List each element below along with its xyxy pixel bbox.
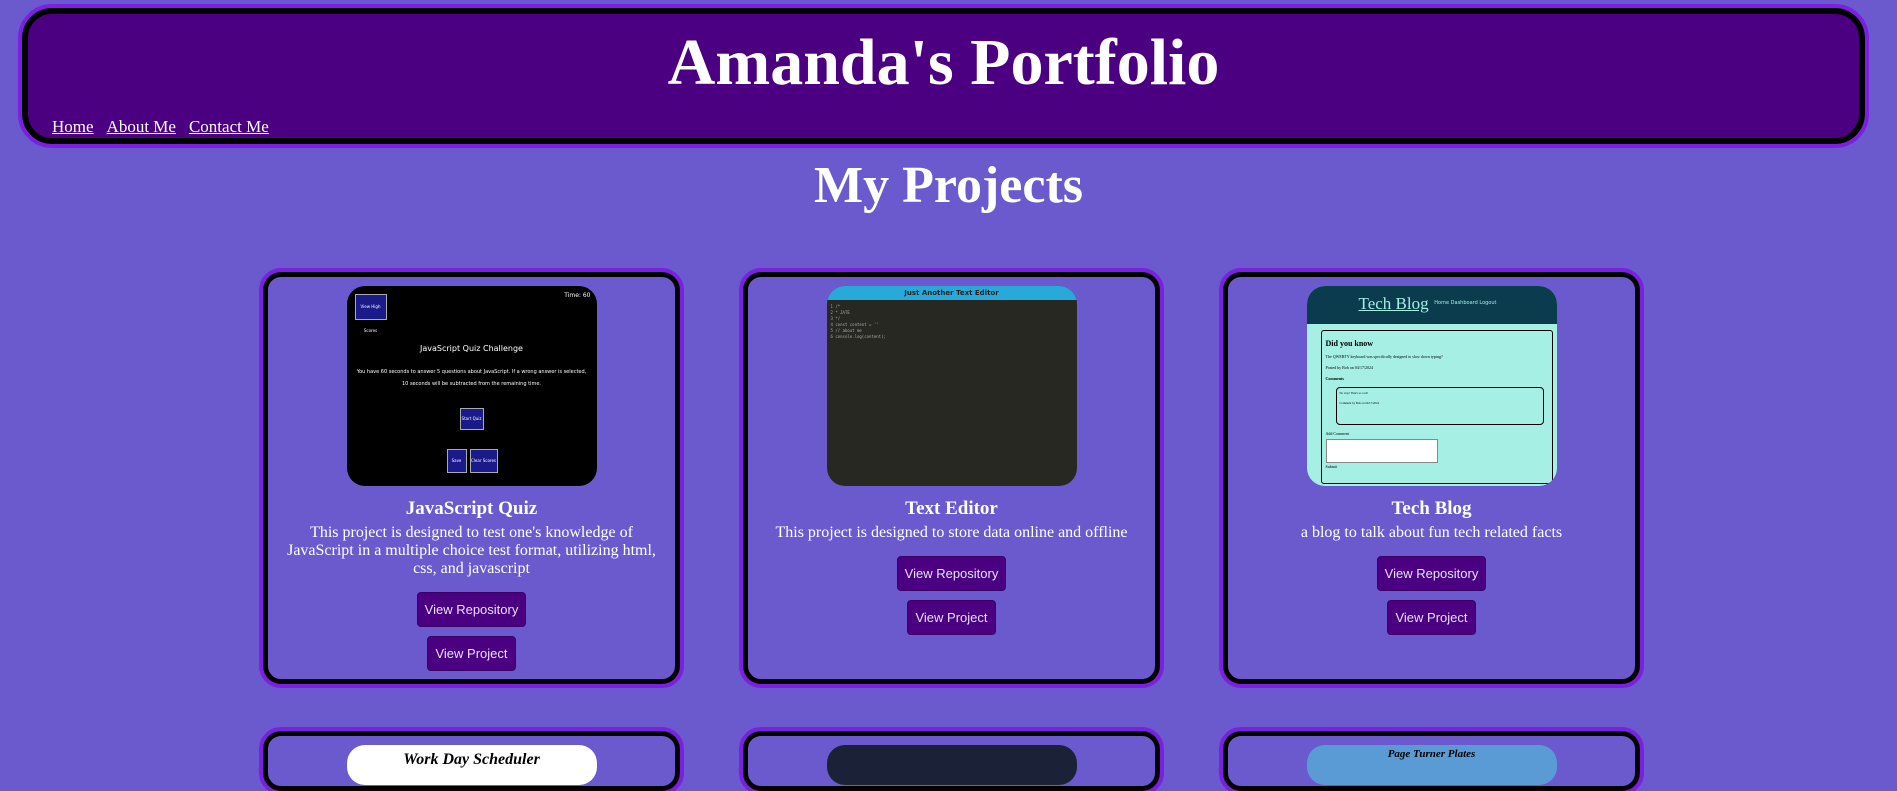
blog-submit-label: Submit — [1325, 464, 1338, 469]
page-turner-plates-screenshot: Page Turner Plates — [1306, 745, 1557, 785]
blog-post-title: Did you know — [1325, 339, 1374, 348]
project-description: This project is designed to store data o… — [775, 524, 1128, 541]
blog-comment-input — [1325, 439, 1438, 463]
project-title: Tech Blog — [1391, 498, 1472, 519]
editor-code-area: 1 /* 2 * JATE 3 */ 4 const content = '' … — [827, 300, 1077, 344]
project-card-second-row-middle — [739, 727, 1164, 791]
project-title: JavaScript Quiz — [405, 498, 538, 519]
javascript-quiz-screenshot: View High Scores Time: 60 JavaScript Qui… — [346, 286, 597, 486]
quiz-timer-label: Time: 60 — [564, 292, 591, 299]
main-nav: Home About Me Contact Me — [52, 117, 278, 137]
blog-add-comment-label: Add Comment — [1325, 431, 1350, 436]
project-description: This project is designed to test one's k… — [287, 524, 656, 577]
quiz-heading-label: JavaScript Quiz Challenge — [420, 344, 523, 353]
project-card-work-day-scheduler: Work Day Scheduler — [259, 727, 684, 791]
quiz-start-label: Start Quiz — [459, 408, 484, 430]
view-project-button[interactable]: View Project — [1387, 600, 1476, 635]
blog-header: Tech Blog Home Dashboard Logout — [1306, 286, 1557, 324]
blog-post: Did you know The QWERTY keyboard was spe… — [1320, 330, 1553, 484]
scheduler-title-label: Work Day Scheduler — [403, 751, 540, 768]
view-repository-button[interactable]: View Repository — [1376, 556, 1487, 591]
text-editor-screenshot: Just Another Text Editor 1 /* 2 * JATE 3… — [826, 286, 1077, 486]
page-turner-title-label: Page Turner Plates — [1387, 748, 1476, 760]
view-project-button[interactable]: View Project — [907, 600, 996, 635]
project-description: a blog to talk about fun tech related fa… — [1300, 524, 1563, 541]
second-row-middle-screenshot — [826, 745, 1077, 785]
editor-title-bar: Just Another Text Editor — [826, 286, 1077, 300]
quiz-clear-label: Clear Scores — [469, 449, 498, 473]
work-day-scheduler-screenshot: Work Day Scheduler — [346, 745, 597, 785]
project-card-page-turner-plates: Page Turner Plates — [1219, 727, 1644, 791]
code-line: 6 console.log(content); — [830, 334, 886, 339]
blog-post-body: The QWERTY keyboard was specifically des… — [1325, 354, 1443, 359]
project-title: Text Editor — [905, 498, 998, 519]
project-card-javascript-quiz: View High Scores Time: 60 JavaScript Qui… — [259, 268, 684, 688]
quiz-body-label: You have 60 seconds to answer 5 question… — [356, 369, 587, 387]
nav-contact-link[interactable]: Contact Me — [189, 117, 269, 136]
view-repository-button[interactable]: View Repository — [416, 592, 527, 627]
blog-title-label: Tech Blog — [1358, 294, 1429, 313]
blog-comments-label: Comments — [1325, 376, 1344, 381]
blog-comment-meta: Comment by Bob on 04/17/2024 — [1339, 401, 1380, 405]
nav-about-link[interactable]: About Me — [107, 117, 176, 136]
project-card-text-editor: Just Another Text Editor 1 /* 2 * JATE 3… — [739, 268, 1164, 688]
view-project-button[interactable]: View Project — [427, 636, 516, 671]
nav-home-link[interactable]: Home — [52, 117, 94, 136]
blog-nav-label: Home Dashboard Logout — [1434, 300, 1497, 306]
quiz-high-scores-label: View High Scores — [354, 294, 387, 333]
site-title: Amanda's Portfolio — [667, 26, 1220, 99]
projects-heading: My Projects — [813, 157, 1083, 214]
tech-blog-screenshot: Tech Blog Home Dashboard Logout Did you … — [1306, 286, 1557, 486]
project-card-tech-blog: Tech Blog Home Dashboard Logout Did you … — [1219, 268, 1644, 688]
site-header: Amanda's Portfolio Home About Me Contact… — [18, 4, 1869, 148]
blog-comment: No way! That's so cool! Comment by Bob o… — [1335, 387, 1544, 425]
blog-post-meta: Posted by Bob on 04/17/2024 — [1325, 365, 1374, 370]
view-repository-button[interactable]: View Repository — [896, 556, 1007, 591]
quiz-save-label: Save — [446, 449, 467, 473]
blog-comment-text: No way! That's so cool! — [1339, 391, 1369, 395]
